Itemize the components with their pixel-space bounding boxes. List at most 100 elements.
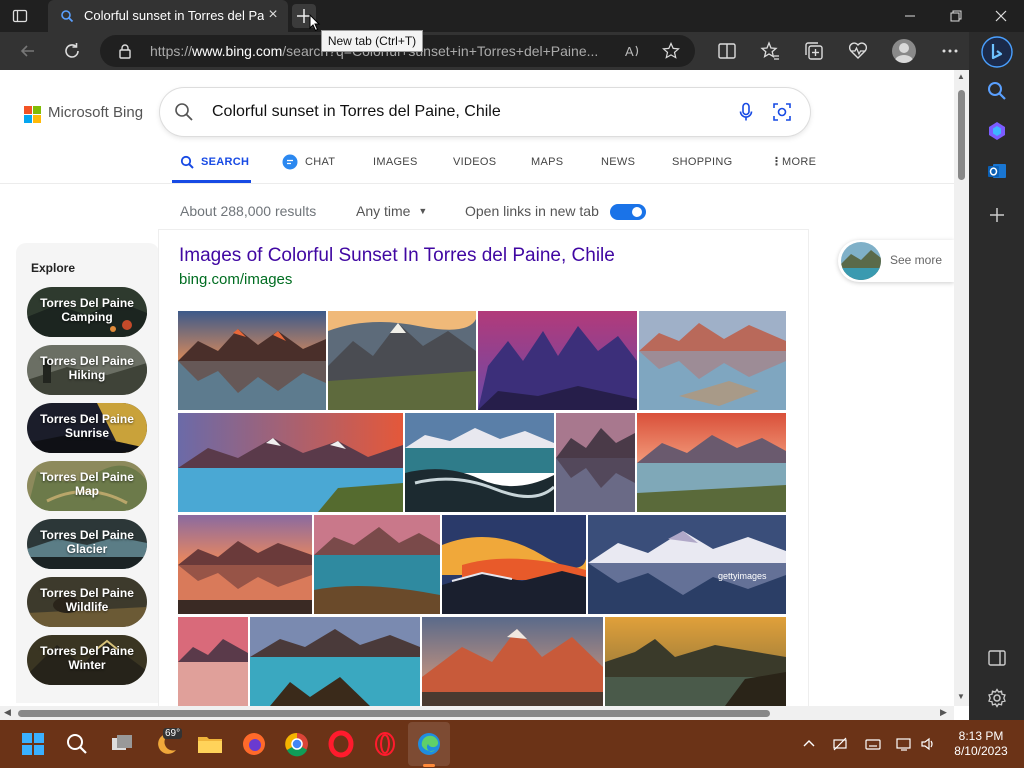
vertical-scroll-thumb[interactable] [958, 90, 965, 180]
hide-sidebar-icon[interactable] [986, 647, 1008, 669]
result-title-link[interactable]: Images of Colorful Sunset In Torres del … [179, 245, 615, 267]
lock-icon[interactable] [118, 43, 132, 59]
result-image[interactable] [637, 413, 786, 512]
volume-icon[interactable] [920, 736, 936, 752]
browser-tab-active[interactable]: Colorful sunset in Torres del Paine × [48, 0, 288, 32]
outlook-icon[interactable] [986, 160, 1008, 182]
add-sidebar-app-icon[interactable] [986, 204, 1008, 226]
explore-item-winter[interactable]: Torres Del Paine Winter [27, 635, 147, 685]
watermark-logo: gettyimages [718, 571, 767, 581]
explore-item-hiking[interactable]: Torres Del Paine Hiking [27, 345, 147, 395]
result-image[interactable] [178, 413, 403, 512]
browser-toolbar: https://www.bing.com/search?q=Colorful+s… [0, 32, 1024, 70]
favorites-icon[interactable] [759, 40, 781, 62]
result-image[interactable] [478, 311, 637, 410]
result-image[interactable] [178, 311, 326, 410]
refresh-icon[interactable] [61, 40, 83, 62]
open-links-label: Open links in new tab [465, 203, 599, 219]
more-options-icon[interactable] [939, 40, 961, 62]
settings-gear-icon[interactable] [986, 687, 1008, 709]
chevron-up-icon[interactable] [801, 736, 817, 752]
explore-item-sunrise[interactable]: Torres Del Paine Sunrise [27, 403, 147, 453]
collections-icon[interactable] [803, 40, 825, 62]
keyboard-icon[interactable] [865, 736, 881, 752]
results-count: About 288,000 results [180, 203, 317, 219]
system-clock[interactable]: 8:13 PM 8/10/2023 [948, 729, 1014, 759]
result-image[interactable] [639, 311, 786, 410]
bing-chat-icon[interactable] [981, 36, 1013, 68]
web-page: Microsoft Bing Colorful sunset in Torres… [0, 70, 969, 720]
horizontal-scroll-thumb[interactable] [18, 710, 770, 717]
search-favicon-icon [61, 10, 74, 23]
explore-item-map[interactable]: Torres Del Paine Map [27, 461, 147, 511]
result-image[interactable]: gettyimages [588, 515, 786, 614]
microphone-icon[interactable] [738, 102, 754, 122]
split-screen-icon[interactable] [716, 40, 738, 62]
chrome-icon[interactable] [281, 728, 313, 760]
result-image[interactable] [178, 617, 248, 706]
browser-title-bar: Colorful sunset in Torres del Paine × [0, 0, 1024, 32]
firefox-icon[interactable] [238, 728, 270, 760]
search-box[interactable]: Colorful sunset in Torres del Paine, Chi… [160, 88, 810, 136]
scroll-right-arrow-icon[interactable]: ▶ [940, 707, 947, 718]
vertical-scrollbar[interactable]: ▲ ▼ [954, 70, 969, 706]
more-dots-icon: ⋮ [771, 156, 783, 168]
restore-icon[interactable] [933, 0, 979, 32]
tab-maps[interactable]: MAPS [531, 156, 563, 186]
horizontal-scrollbar[interactable]: ◀ ▶ [0, 706, 954, 720]
back-arrow-icon[interactable] [17, 40, 39, 62]
search-input[interactable]: Colorful sunset in Torres del Paine, Chi… [212, 103, 501, 121]
time-filter-dropdown[interactable]: Any time ▼ [356, 203, 427, 219]
result-image[interactable] [328, 311, 476, 410]
open-links-toggle[interactable] [610, 204, 646, 220]
scroll-left-arrow-icon[interactable]: ◀ [4, 707, 11, 718]
result-image[interactable] [314, 515, 440, 614]
windows-start-icon[interactable] [17, 728, 49, 760]
network-offline-icon[interactable] [832, 736, 848, 752]
scroll-down-arrow-icon[interactable]: ▼ [957, 692, 965, 701]
result-image[interactable] [250, 617, 420, 706]
clock-time: 8:13 PM [958, 729, 1004, 743]
edge-icon[interactable] [413, 728, 445, 760]
tab-news[interactable]: NEWS [601, 156, 635, 186]
active-app-indicator [423, 764, 435, 767]
tab-videos[interactable]: VIDEOS [453, 156, 496, 186]
result-image[interactable] [405, 413, 554, 512]
copilot-icon[interactable] [986, 120, 1008, 142]
minimize-icon[interactable] [887, 0, 933, 32]
result-image[interactable] [556, 413, 635, 512]
see-more-button[interactable]: See more [838, 240, 954, 282]
read-aloud-icon[interactable]: A [624, 43, 642, 59]
sidebar-search-icon[interactable] [986, 80, 1008, 102]
favorite-star-icon[interactable] [662, 42, 680, 60]
weather-temp-badge: 69° [163, 728, 183, 739]
explore-item-wildlife[interactable]: Torres Del Paine Wildlife [27, 577, 147, 627]
result-image[interactable] [422, 617, 603, 706]
close-window-icon[interactable] [978, 0, 1024, 32]
display-icon[interactable] [896, 736, 912, 752]
visual-search-icon[interactable] [772, 102, 792, 122]
logo-text: Microsoft Bing [48, 104, 144, 121]
clock-date: 8/10/2023 [954, 744, 1008, 758]
tab-shopping[interactable]: SHOPPING [672, 156, 732, 186]
task-view-icon[interactable] [106, 728, 138, 760]
tab-close-icon[interactable]: × [266, 7, 280, 23]
result-image[interactable] [442, 515, 586, 614]
opera-icon[interactable] [325, 728, 357, 760]
file-explorer-icon[interactable] [194, 728, 226, 760]
tab-images[interactable]: IMAGES [373, 156, 418, 186]
scroll-up-arrow-icon[interactable]: ▲ [957, 72, 965, 81]
profile-avatar[interactable] [892, 39, 916, 63]
result-url[interactable]: bing.com/images [179, 271, 292, 288]
explore-item-glacier[interactable]: Torres Del Paine Glacier [27, 519, 147, 569]
result-image[interactable] [178, 515, 312, 614]
taskbar-search-icon[interactable] [61, 728, 93, 760]
browser-essentials-icon[interactable] [847, 40, 869, 62]
see-more-label: See more [890, 253, 943, 267]
search-icon[interactable] [174, 102, 194, 122]
opera-gx-icon[interactable] [369, 728, 401, 760]
chat-bubble-icon [282, 154, 298, 170]
tab-actions-icon[interactable] [12, 8, 28, 24]
explore-item-camping[interactable]: Torres Del Paine Camping [27, 287, 147, 337]
result-image[interactable] [605, 617, 786, 706]
